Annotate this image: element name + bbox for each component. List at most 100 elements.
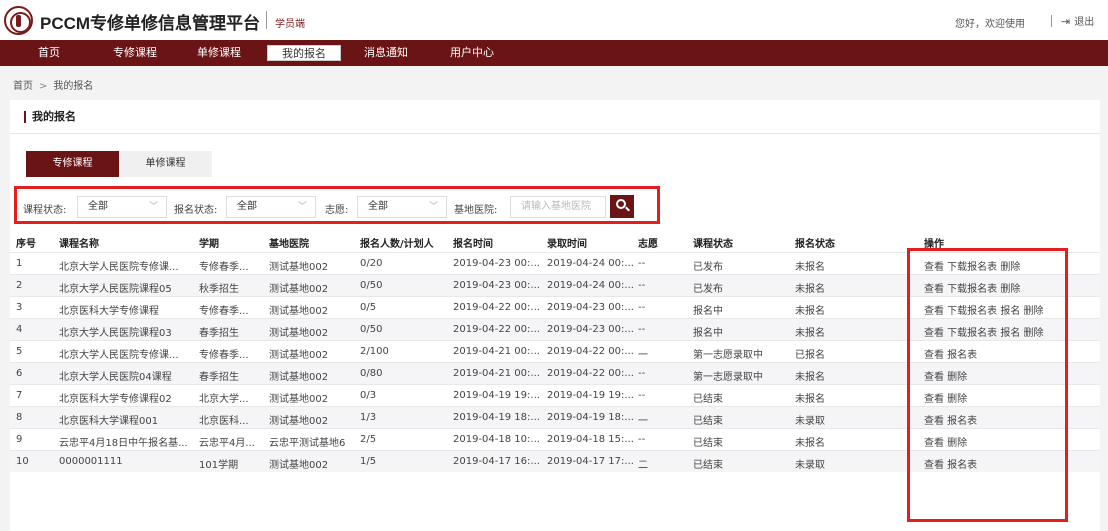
- cell-hospital: 云忠平测试基地6: [269, 438, 346, 449]
- cell-cstatus: 已结束: [693, 394, 723, 405]
- university-logo-icon: [4, 6, 33, 35]
- nav-messages[interactable]: 消息通知: [364, 40, 408, 66]
- cell-wish: --: [638, 434, 646, 445]
- col-header-no: 序号: [16, 239, 36, 250]
- top-header: PCCM专修单修信息管理平台 学员端 您好，欢迎使用 ⇥ 退出: [0, 0, 1108, 40]
- cell-term: 专修春季...: [199, 350, 249, 361]
- header-divider: [1051, 15, 1052, 27]
- cell-no: 2: [16, 280, 23, 291]
- cell-cstatus: 已结束: [693, 416, 723, 427]
- main-panel: 我的报名 专修课程 单修课程 课程状态: 全部 ﹀ 报名状态: 全部 ﹀ 志愿: 全…: [10, 100, 1100, 531]
- cell-admit: 2019-04-23 00:...: [547, 302, 634, 313]
- cell-sstatus: 未报名: [795, 394, 825, 405]
- cell-admit: 2019-04-18 15:...: [547, 434, 634, 445]
- course-status-value: 全部: [88, 201, 108, 212]
- cell-no: 1: [16, 258, 23, 269]
- cell-term: 专修春季...: [199, 306, 249, 317]
- logout-link[interactable]: ⇥ 退出: [1061, 13, 1094, 28]
- cell-admit: 2019-04-22 00:...: [547, 368, 634, 379]
- page-title: 我的报名: [24, 111, 76, 123]
- cell-count: 0/50: [360, 324, 383, 335]
- cell-no: 5: [16, 346, 23, 357]
- wish-label: 志愿:: [325, 205, 349, 216]
- cell-sstatus: 未录取: [795, 416, 825, 427]
- hospital-input[interactable]: 请输入基地医院: [510, 196, 606, 218]
- cell-wish: 二: [638, 460, 648, 471]
- cell-admit: 2019-04-19 18:...: [547, 412, 634, 423]
- breadcrumb: 首页 > 我的报名: [13, 77, 93, 92]
- cell-wish: --: [638, 368, 646, 379]
- cell-hospital: 测试基地002: [269, 350, 329, 361]
- cell-hospital: 测试基地002: [269, 284, 329, 295]
- cell-wish: 一: [638, 416, 648, 427]
- cell-cstatus: 报名中: [693, 328, 723, 339]
- tab-major-courses[interactable]: 专修课程: [26, 151, 119, 177]
- col-header-term: 学期: [199, 239, 219, 250]
- cell-sstatus: 已报名: [795, 350, 825, 361]
- cell-hospital: 测试基地002: [269, 262, 329, 273]
- cell-hospital: 测试基地002: [269, 416, 329, 427]
- col-header-hospital: 基地医院: [269, 239, 309, 250]
- breadcrumb-current: 我的报名: [53, 81, 94, 92]
- col-header-signup-status: 报名状态: [795, 239, 835, 250]
- cell-count: 2/5: [360, 434, 377, 445]
- col-header-count: 报名人数/计划人: [360, 239, 434, 250]
- nav-home[interactable]: 首页: [38, 40, 60, 66]
- signup-status-value: 全部: [237, 201, 257, 212]
- breadcrumb-home[interactable]: 首页: [13, 81, 33, 92]
- cell-cstatus: 第一志愿录取中: [693, 372, 763, 383]
- cell-sstatus: 未报名: [795, 306, 825, 317]
- cell-term: 101学期: [199, 460, 239, 471]
- cell-term: 春季招生: [199, 372, 239, 383]
- cell-wish: --: [638, 302, 646, 313]
- breadcrumb-separator: >: [39, 81, 48, 92]
- nav-single-courses[interactable]: 单修课程: [197, 40, 241, 66]
- course-status-label: 课程状态:: [23, 205, 67, 216]
- cell-sstatus: 未报名: [795, 372, 825, 383]
- cell-admit: 2019-04-22 00:...: [547, 346, 634, 357]
- signup-status-label: 报名状态:: [174, 205, 218, 216]
- cell-name: 北京大学人民医院课程05: [59, 284, 172, 295]
- hospital-label: 基地医院:: [454, 205, 498, 216]
- col-header-course-status: 课程状态: [693, 239, 733, 250]
- wish-select[interactable]: 全部 ﹀: [357, 196, 447, 218]
- course-status-select[interactable]: 全部 ﹀: [77, 196, 167, 218]
- signup-status-select[interactable]: 全部 ﹀: [226, 196, 316, 218]
- cell-count: 1/5: [360, 456, 377, 467]
- col-header-name: 课程名称: [59, 239, 99, 250]
- cell-name: 北京医科大学专修课程: [59, 306, 159, 317]
- nav-user-center[interactable]: 用户中心: [450, 40, 494, 66]
- filter-bar: 课程状态: 全部 ﹀ 报名状态: 全部 ﹀ 志愿: 全部 ﹀ 基地医院: 请输入基地医…: [14, 186, 660, 224]
- cell-no: 7: [16, 390, 23, 401]
- search-button[interactable]: [610, 195, 634, 218]
- cell-no: 8: [16, 412, 23, 423]
- nav-my-signup[interactable]: 我的报名: [267, 45, 341, 61]
- cell-hospital: 测试基地002: [269, 460, 329, 471]
- tab-single-courses[interactable]: 单修课程: [119, 151, 212, 177]
- cell-term: 专修春季...: [199, 262, 249, 273]
- main-nav: 首页 专修课程 单修课程 我的报名 消息通知 用户中心: [0, 40, 1108, 66]
- cell-count: 0/20: [360, 258, 383, 269]
- cell-term: 秋季招生: [199, 284, 239, 295]
- cell-no: 6: [16, 368, 23, 379]
- cell-wish: --: [638, 258, 646, 269]
- cell-signup: 2019-04-18 10:...: [453, 434, 540, 445]
- cell-cstatus: 已结束: [693, 438, 723, 449]
- cell-term: 北京大学...: [199, 394, 249, 405]
- cell-name: 北京大学人民医院专修课...: [59, 262, 179, 273]
- logout-label: 退出: [1074, 17, 1095, 28]
- col-header-wish: 志愿: [638, 239, 658, 250]
- cell-name: 北京医科大学专修课程02: [59, 394, 172, 405]
- cell-count: 0/80: [360, 368, 383, 379]
- cell-wish: 一: [638, 350, 648, 361]
- logout-icon: ⇥: [1061, 15, 1071, 28]
- title-divider: [10, 133, 1100, 134]
- brand-divider: [266, 11, 267, 29]
- cell-count: 0/50: [360, 280, 383, 291]
- cell-signup: 2019-04-23 00:...: [453, 280, 540, 291]
- cell-term: 云忠平4月...: [199, 438, 255, 449]
- cell-sstatus: 未录取: [795, 460, 825, 471]
- cell-hospital: 测试基地002: [269, 328, 329, 339]
- nav-major-courses[interactable]: 专修课程: [113, 40, 157, 66]
- cell-hospital: 测试基地002: [269, 372, 329, 383]
